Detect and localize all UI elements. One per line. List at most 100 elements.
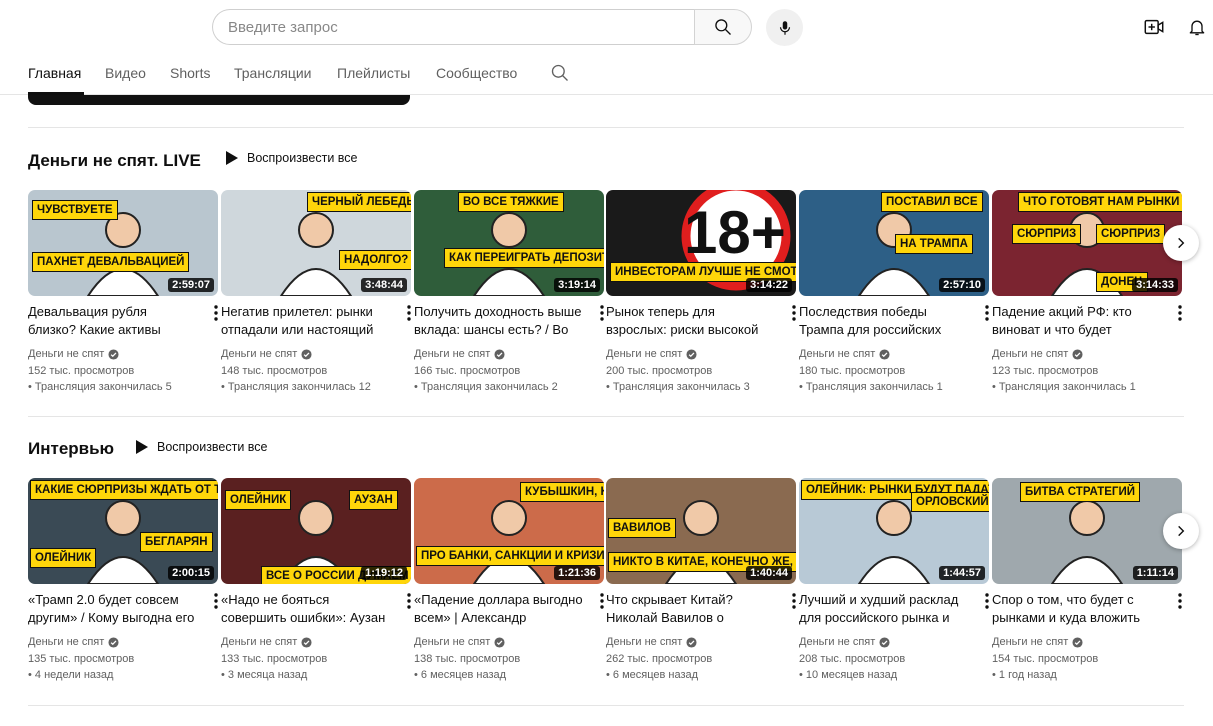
video-thumbnail[interactable]: ОЛЕЙНИК: РЫНКИ БУДУТ ПАДАТЬОРЛОВСКИЙ: ДА… [799,478,989,584]
video-card[interactable]: ЧТО ГОТОВЯТ НАМ РЫНКИ СЮРПРИЗ СЮРПРИЗ ДОНЕЦ… [992,190,1182,393]
search-icon [551,64,568,81]
video-menu-button[interactable] [1174,592,1186,610]
view-count: 154 тыс. просмотров [992,653,1099,665]
channel-name[interactable]: Деньги не спят [799,636,890,648]
video-card[interactable]: КУБЫШКИН, КОТОРЫЙ ЖИВЕТ В ЕВРОПЕ ПРО БАНК… [414,478,604,681]
video-duration: 1:11:14 [1132,566,1178,580]
thumbnail-caption: КАК ПЕРЕИГРАТЬ ДЕПОЗИТ [444,248,604,268]
more-vert-icon [792,305,796,321]
create-button[interactable] [1141,14,1167,40]
video-card[interactable]: ПОСТАВИЛ ВСЕ НА ТРАМПА 2:57:10 Последствия … [799,190,989,393]
published-time: • Трансляция закончилась 12 [221,381,371,393]
video-title[interactable]: Получить доходность выше вклада: шансы е… [414,303,584,339]
video-title[interactable]: Лучший и худший расклад для российского … [799,591,969,627]
more-vert-icon [214,305,218,321]
channel-name[interactable]: Деньги не спят [799,348,890,360]
verified-check-icon [1072,348,1083,360]
video-menu-button[interactable] [1174,304,1186,322]
search-button[interactable] [694,9,752,45]
channel-name[interactable]: Деньги не спят [606,636,697,648]
video-title[interactable]: Падение акций РФ: кто виноват и что буде… [992,303,1162,339]
more-vert-icon [1178,305,1182,321]
channel-name[interactable]: Деньги не спят [28,348,119,360]
shelf-divider [28,127,1184,128]
verified-check-icon [686,636,697,648]
thumbnail-caption: СЮРПРИЗ [1096,224,1166,244]
tab-shorts[interactable]: Shorts [170,65,210,81]
channel-name[interactable]: Деньги не спят [414,348,505,360]
play-all-button[interactable]: Воспроизвести все [226,151,358,165]
video-card[interactable]: ОЛЕЙНИК: РЫНКИ БУДУТ ПАДАТЬОРЛОВСКИЙ: ДА… [799,478,989,681]
search-input[interactable] [228,10,678,44]
video-thumbnail[interactable]: ВАВИЛОВНИКТО В КИТАЕ, КОНЕЧНО ЖЕ, ПРАВДЫ… [606,478,796,584]
video-thumbnail[interactable]: КУБЫШКИН, КОТОРЫЙ ЖИВЕТ В ЕВРОПЕ ПРО БАНК… [414,478,604,584]
video-title[interactable]: Девальвация рубля близко? Какие активы с… [28,303,198,339]
video-card[interactable]: ВО ВСЕ ТЯЖКИЕ КАК ПЕРЕИГРАТЬ ДЕПОЗИТ 3:19:… [414,190,604,393]
video-title[interactable]: Последствия победы Трампа для российских… [799,303,969,339]
more-vert-icon [214,593,218,609]
channel-name[interactable]: Деньги не спят [221,636,312,648]
video-duration: 1:21:36 [554,566,600,580]
thumbnail-caption: ЧТО ГОТОВЯТ НАМ РЫНКИ [1018,192,1182,212]
video-card[interactable]: ОЛЕЙНИК АУЗАН ВСЕ О РОССИИ ДУМАЕМ 1:19:12 «Н… [221,478,411,681]
previous-video-thumbnail-edge[interactable] [28,95,410,105]
tab-live[interactable]: Трансляции [234,65,311,81]
verified-check-icon [108,636,119,648]
video-title[interactable]: «Надо не бояться совершить ошибки»: Ауза… [221,591,391,627]
tab-community[interactable]: Сообщество [436,65,517,81]
view-count: 138 тыс. просмотров [414,653,521,665]
more-vert-icon [985,593,989,609]
thumbnail-age-rating: 18+ [684,199,786,266]
video-thumbnail[interactable]: ОЛЕЙНИК АУЗАН ВСЕ О РОССИИ ДУМАЕМ 1:19:12 [221,478,411,584]
tab-home[interactable]: Главная [28,65,81,81]
video-card[interactable]: КАКИЕ СЮРПРИЗЫ ЖДАТЬ ОТ ТРАМПА? ОЛЕЙНИК БЕ… [28,478,218,681]
video-thumbnail[interactable]: 18+ИНВЕСТОРАМ ЛУЧШЕ НЕ СМОТРЕТЬ3:14:22 [606,190,796,296]
video-title[interactable]: Спор о том, что будет с рынками и куда в… [992,591,1162,627]
video-thumbnail[interactable]: ПОСТАВИЛ ВСЕ НА ТРАМПА 2:57:10 [799,190,989,296]
channel-name[interactable]: Деньги не спят [606,348,697,360]
tab-videos[interactable]: Видео [105,65,146,81]
video-thumbnail[interactable]: КАКИЕ СЮРПРИЗЫ ЖДАТЬ ОТ ТРАМПА? ОЛЕЙНИК БЕ… [28,478,218,584]
channel-name-text: Деньги не спят [414,348,491,360]
video-title[interactable]: Рынок теперь для взрослых: риски высокой… [606,303,776,339]
video-card[interactable]: 18+ИНВЕСТОРАМ ЛУЧШЕ НЕ СМОТРЕТЬ3:14:22 Ры… [606,190,796,393]
play-all-button[interactable]: Воспроизвести все [136,440,268,454]
verified-check-icon [301,636,312,648]
tab-playlists[interactable]: Плейлисты [337,65,410,81]
video-thumbnail[interactable]: ВО ВСЕ ТЯЖКИЕ КАК ПЕРЕИГРАТЬ ДЕПОЗИТ 3:19:… [414,190,604,296]
video-card[interactable]: ЧУВСТВУЕТЕ ПАХНЕТ ДЕВАЛЬВАЦИЕЙ 2:59:07 Дева… [28,190,218,393]
video-thumbnail[interactable]: ЧЕРНЫЙ ЛЕБЕДЬ НА РЫНКАХ НАДОЛГО? 3:48:44 [221,190,411,296]
channel-name-text: Деньги не спят [799,636,876,648]
channel-name[interactable]: Деньги не спят [992,348,1083,360]
video-card[interactable]: ЧЕРНЫЙ ЛЕБЕДЬ НА РЫНКАХ НАДОЛГО? 3:48:44 Не… [221,190,411,393]
published-time: • 4 недели назад [28,669,114,681]
video-duration: 1:40:44 [746,566,792,580]
video-thumbnail[interactable]: ЧТО ГОТОВЯТ НАМ РЫНКИ СЮРПРИЗ СЮРПРИЗ ДОНЕЦ… [992,190,1182,296]
play-icon [136,440,148,454]
more-vert-icon [792,593,796,609]
view-count: 152 тыс. просмотров [28,365,135,377]
channel-name[interactable]: Деньги не спят [414,636,505,648]
thumbnail-caption: ЧУВСТВУЕТЕ [32,200,118,220]
video-title[interactable]: «Трамп 2.0 будет совсем другим» / Кому в… [28,591,198,627]
video-title[interactable]: «Падение доллара выгодно всем» | Алексан… [414,591,584,627]
channel-name[interactable]: Деньги не спят [992,636,1083,648]
video-card[interactable]: ВАВИЛОВНИКТО В КИТАЕ, КОНЕЧНО ЖЕ, ПРАВДЫ… [606,478,796,681]
video-thumbnail[interactable]: ЧУВСТВУЕТЕ ПАХНЕТ ДЕВАЛЬВАЦИЕЙ 2:59:07 [28,190,218,296]
shelf-title[interactable]: Интервью [28,439,114,459]
video-title[interactable]: Что скрывает Китай? Николай Вавилов о бу… [606,591,776,627]
video-thumbnail[interactable]: БИТВА СТРАТЕГИЙ 1:11:14 [992,478,1182,584]
channel-name[interactable]: Деньги не спят [28,636,119,648]
channel-search-button[interactable] [549,62,571,84]
shelf-next-button[interactable] [1163,225,1199,261]
video-card[interactable]: БИТВА СТРАТЕГИЙ 1:11:14 Спор о том, что бу… [992,478,1182,681]
shelf-title[interactable]: Деньги не спят. LIVE [28,151,201,171]
notifications-bell-icon [1189,20,1205,36]
shelf-next-button[interactable] [1163,513,1199,549]
notifications-button[interactable] [1184,14,1210,40]
view-count: 208 тыс. просмотров [799,653,906,665]
verified-check-icon [108,348,119,360]
voice-search-button[interactable] [766,9,803,46]
video-title[interactable]: Негатив прилетел: рынки отпадали или нас… [221,303,391,339]
channel-name[interactable]: Деньги не спят [221,348,312,360]
